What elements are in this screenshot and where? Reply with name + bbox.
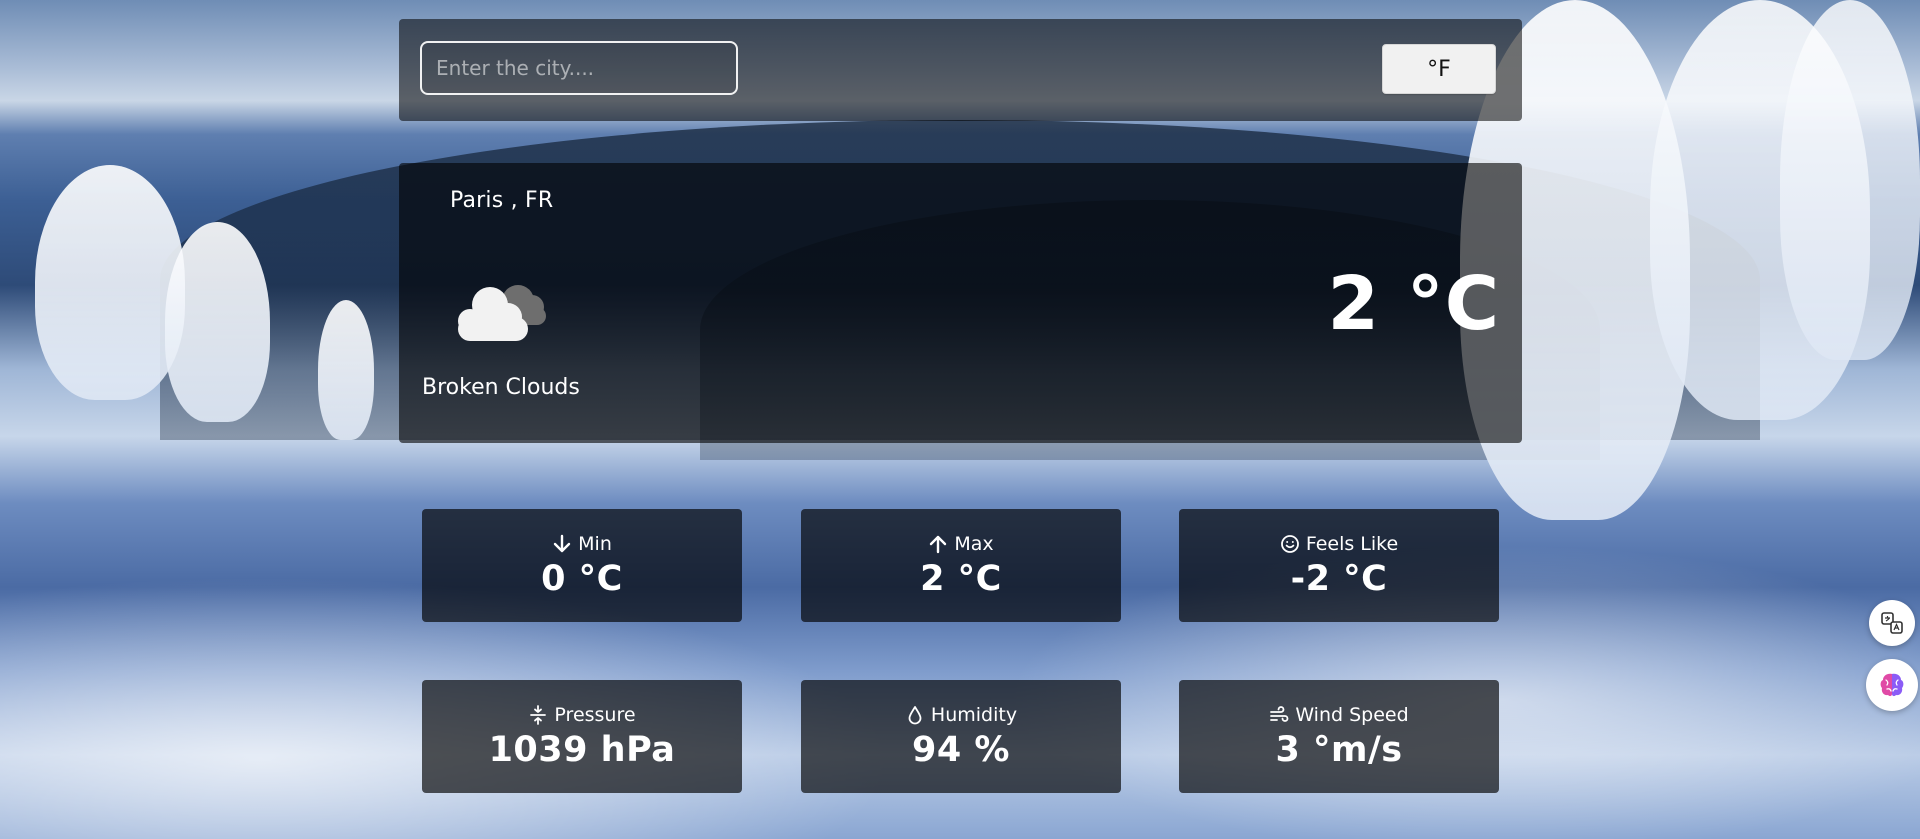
unit-toggle-button[interactable]: °F: [1382, 44, 1496, 94]
stat-card-pressure: Pressure 1039 hPa: [422, 680, 742, 793]
stat-label: Min: [578, 533, 612, 555]
brain-extension-button[interactable]: [1866, 659, 1918, 711]
compress-icon: [530, 705, 547, 725]
stat-card-humidity: Humidity 94 %: [801, 680, 1121, 793]
stat-label: Feels Like: [1305, 533, 1399, 555]
current-weather-card: Paris , FR Broken Clouds 2 °C: [399, 163, 1522, 443]
stat-label: Wind Speed: [1295, 704, 1409, 726]
smile-icon: [1280, 535, 1299, 553]
stat-card-max: Max 2 °C: [801, 509, 1121, 622]
snow-tree: [165, 222, 270, 422]
stat-label: Pressure: [554, 704, 636, 726]
arrow-up-icon: [930, 535, 947, 554]
stat-card-feels-like: Feels Like -2 °C: [1179, 509, 1499, 622]
stat-value: 94 %: [912, 730, 1010, 770]
stat-card-min: Min 0 °C: [422, 509, 742, 622]
snow-tree: [35, 165, 185, 400]
stat-label: Humidity: [930, 704, 1018, 726]
translate-button[interactable]: [1869, 600, 1915, 646]
weather-condition: Broken Clouds: [422, 375, 580, 400]
droplet-icon: [908, 706, 922, 725]
stat-value: 1039 hPa: [488, 730, 676, 770]
snow-tree: [318, 300, 374, 440]
stat-value: 3 °m/s: [1275, 730, 1403, 770]
search-bar: °F: [399, 19, 1522, 121]
broken-clouds-icon: [458, 285, 546, 341]
translate-icon: [1881, 612, 1903, 634]
stat-card-wind-speed: Wind Speed 3 °m/s: [1179, 680, 1499, 793]
current-temperature: 2 °C: [1327, 261, 1500, 347]
stat-value: -2 °C: [1290, 559, 1388, 599]
stat-value: 0 °C: [541, 559, 623, 599]
search-input[interactable]: [420, 41, 738, 95]
snow-tree: [1780, 0, 1920, 360]
arrow-down-icon: [553, 534, 571, 553]
stat-label: Max: [954, 533, 994, 555]
brain-icon: [1880, 673, 1904, 697]
stat-value: 2 °C: [920, 559, 1002, 599]
location-label: Paris , FR: [450, 188, 554, 213]
wind-icon: [1270, 706, 1289, 722]
